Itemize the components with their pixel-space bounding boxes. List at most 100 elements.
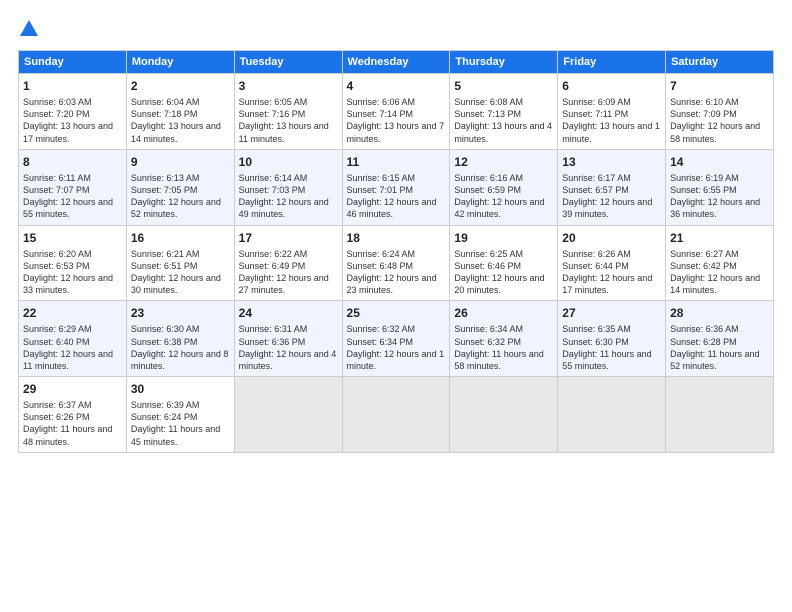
day-info: Sunrise: 6:30 AMSunset: 6:38 PMDaylight:… [131,324,229,370]
logo-icon [18,18,40,40]
day-number: 14 [670,154,769,170]
table-row [450,377,558,453]
day-info: Sunrise: 6:20 AMSunset: 6:53 PMDaylight:… [23,249,113,295]
day-number: 10 [239,154,338,170]
day-info: Sunrise: 6:17 AMSunset: 6:57 PMDaylight:… [562,173,652,219]
table-row: 27 Sunrise: 6:35 AMSunset: 6:30 PMDayligh… [558,301,666,377]
table-row: 29Sunrise: 6:37 AMSunset: 6:26 PMDayligh… [19,377,127,453]
day-info: Sunrise: 6:05 AMSunset: 7:16 PMDaylight:… [239,97,329,143]
day-number: 13 [562,154,661,170]
col-tuesday: Tuesday [234,51,342,74]
table-row [666,377,774,453]
day-number: 6 [562,78,661,94]
day-info: Sunrise: 6:08 AMSunset: 7:13 PMDaylight:… [454,97,552,143]
day-info: Sunrise: 6:24 AMSunset: 6:48 PMDaylight:… [347,249,437,295]
day-number: 5 [454,78,553,94]
day-number: 11 [347,154,446,170]
table-row: 1 Sunrise: 6:03 AMSunset: 7:20 PMDaylight… [19,74,127,150]
calendar-week-row: 1 Sunrise: 6:03 AMSunset: 7:20 PMDaylight… [19,74,774,150]
col-sunday: Sunday [19,51,127,74]
table-row: 15 Sunrise: 6:20 AMSunset: 6:53 PMDayligh… [19,225,127,301]
day-info: Sunrise: 6:36 AMSunset: 6:28 PMDaylight:… [670,324,759,370]
calendar-header-row: Sunday Monday Tuesday Wednesday Thursday… [19,51,774,74]
day-info: Sunrise: 6:13 AMSunset: 7:05 PMDaylight:… [131,173,221,219]
day-info: Sunrise: 6:19 AMSunset: 6:55 PMDaylight:… [670,173,760,219]
col-wednesday: Wednesday [342,51,450,74]
table-row: 3 Sunrise: 6:05 AMSunset: 7:16 PMDaylight… [234,74,342,150]
day-info: Sunrise: 6:11 AMSunset: 7:07 PMDaylight:… [23,173,113,219]
day-number: 17 [239,230,338,246]
day-info: Sunrise: 6:35 AMSunset: 6:30 PMDaylight:… [562,324,651,370]
table-row: 30Sunrise: 6:39 AMSunset: 6:24 PMDayligh… [126,377,234,453]
col-saturday: Saturday [666,51,774,74]
calendar-week-row: 29Sunrise: 6:37 AMSunset: 6:26 PMDayligh… [19,377,774,453]
day-info: Sunrise: 6:16 AMSunset: 6:59 PMDaylight:… [454,173,544,219]
table-row: 8Sunrise: 6:11 AMSunset: 7:07 PMDaylight… [19,149,127,225]
table-row: 18 Sunrise: 6:24 AMSunset: 6:48 PMDayligh… [342,225,450,301]
day-number: 12 [454,154,553,170]
table-row [558,377,666,453]
calendar-table: Sunday Monday Tuesday Wednesday Thursday… [18,50,774,453]
table-row: 14 Sunrise: 6:19 AMSunset: 6:55 PMDayligh… [666,149,774,225]
day-number: 21 [670,230,769,246]
col-thursday: Thursday [450,51,558,74]
table-row: 22 Sunrise: 6:29 AMSunset: 6:40 PMDayligh… [19,301,127,377]
day-info: Sunrise: 6:31 AMSunset: 6:36 PMDaylight:… [239,324,337,370]
day-info: Sunrise: 6:27 AMSunset: 6:42 PMDaylight:… [670,249,760,295]
day-number: 15 [23,230,122,246]
table-row: 12 Sunrise: 6:16 AMSunset: 6:59 PMDayligh… [450,149,558,225]
day-info: Sunrise: 6:03 AMSunset: 7:20 PMDaylight:… [23,97,113,143]
day-info: Sunrise: 6:25 AMSunset: 6:46 PMDaylight:… [454,249,544,295]
day-number: 20 [562,230,661,246]
col-monday: Monday [126,51,234,74]
table-row: 23 Sunrise: 6:30 AMSunset: 6:38 PMDayligh… [126,301,234,377]
day-number: 18 [347,230,446,246]
table-row: 7 Sunrise: 6:10 AMSunset: 7:09 PMDaylight… [666,74,774,150]
table-row: 25 Sunrise: 6:32 AMSunset: 6:34 PMDayligh… [342,301,450,377]
day-number: 9 [131,154,230,170]
calendar-week-row: 8Sunrise: 6:11 AMSunset: 7:07 PMDaylight… [19,149,774,225]
table-row: 20 Sunrise: 6:26 AMSunset: 6:44 PMDayligh… [558,225,666,301]
table-row: 10 Sunrise: 6:14 AMSunset: 7:03 PMDayligh… [234,149,342,225]
logo [18,18,40,40]
day-info: Sunrise: 6:15 AMSunset: 7:01 PMDaylight:… [347,173,437,219]
day-info: Sunrise: 6:29 AMSunset: 6:40 PMDaylight:… [23,324,113,370]
table-row: 24 Sunrise: 6:31 AMSunset: 6:36 PMDayligh… [234,301,342,377]
day-info: Sunrise: 6:14 AMSunset: 7:03 PMDaylight:… [239,173,329,219]
table-row: 26 Sunrise: 6:34 AMSunset: 6:32 PMDayligh… [450,301,558,377]
table-row: 28Sunrise: 6:36 AMSunset: 6:28 PMDayligh… [666,301,774,377]
day-number: 3 [239,78,338,94]
day-info: Sunrise: 6:34 AMSunset: 6:32 PMDaylight:… [454,324,543,370]
day-info: Sunrise: 6:06 AMSunset: 7:14 PMDaylight:… [347,97,445,143]
day-number: 23 [131,305,230,321]
table-row [234,377,342,453]
day-number: 19 [454,230,553,246]
day-number: 4 [347,78,446,94]
day-number: 24 [239,305,338,321]
day-number: 7 [670,78,769,94]
table-row: 4 Sunrise: 6:06 AMSunset: 7:14 PMDaylight… [342,74,450,150]
table-row: 17Sunrise: 6:22 AMSunset: 6:49 PMDayligh… [234,225,342,301]
table-row [342,377,450,453]
day-info: Sunrise: 6:32 AMSunset: 6:34 PMDaylight:… [347,324,445,370]
day-number: 26 [454,305,553,321]
table-row: 9 Sunrise: 6:13 AMSunset: 7:05 PMDaylight… [126,149,234,225]
day-info: Sunrise: 6:26 AMSunset: 6:44 PMDaylight:… [562,249,652,295]
table-row: 21 Sunrise: 6:27 AMSunset: 6:42 PMDayligh… [666,225,774,301]
page: Sunday Monday Tuesday Wednesday Thursday… [0,0,792,612]
table-row: 5 Sunrise: 6:08 AMSunset: 7:13 PMDaylight… [450,74,558,150]
day-number: 27 [562,305,661,321]
day-number: 2 [131,78,230,94]
table-row: 19 Sunrise: 6:25 AMSunset: 6:46 PMDayligh… [450,225,558,301]
day-info: Sunrise: 6:04 AMSunset: 7:18 PMDaylight:… [131,97,221,143]
day-number: 22 [23,305,122,321]
day-number: 25 [347,305,446,321]
table-row: 13 Sunrise: 6:17 AMSunset: 6:57 PMDayligh… [558,149,666,225]
table-row: 6Sunrise: 6:09 AMSunset: 7:11 PMDaylight… [558,74,666,150]
table-row: 2 Sunrise: 6:04 AMSunset: 7:18 PMDaylight… [126,74,234,150]
day-info: Sunrise: 6:10 AMSunset: 7:09 PMDaylight:… [670,97,760,143]
day-number: 1 [23,78,122,94]
table-row: 11 Sunrise: 6:15 AMSunset: 7:01 PMDayligh… [342,149,450,225]
table-row: 16Sunrise: 6:21 AMSunset: 6:51 PMDayligh… [126,225,234,301]
day-info: Sunrise: 6:37 AMSunset: 6:26 PMDaylight:… [23,400,112,446]
